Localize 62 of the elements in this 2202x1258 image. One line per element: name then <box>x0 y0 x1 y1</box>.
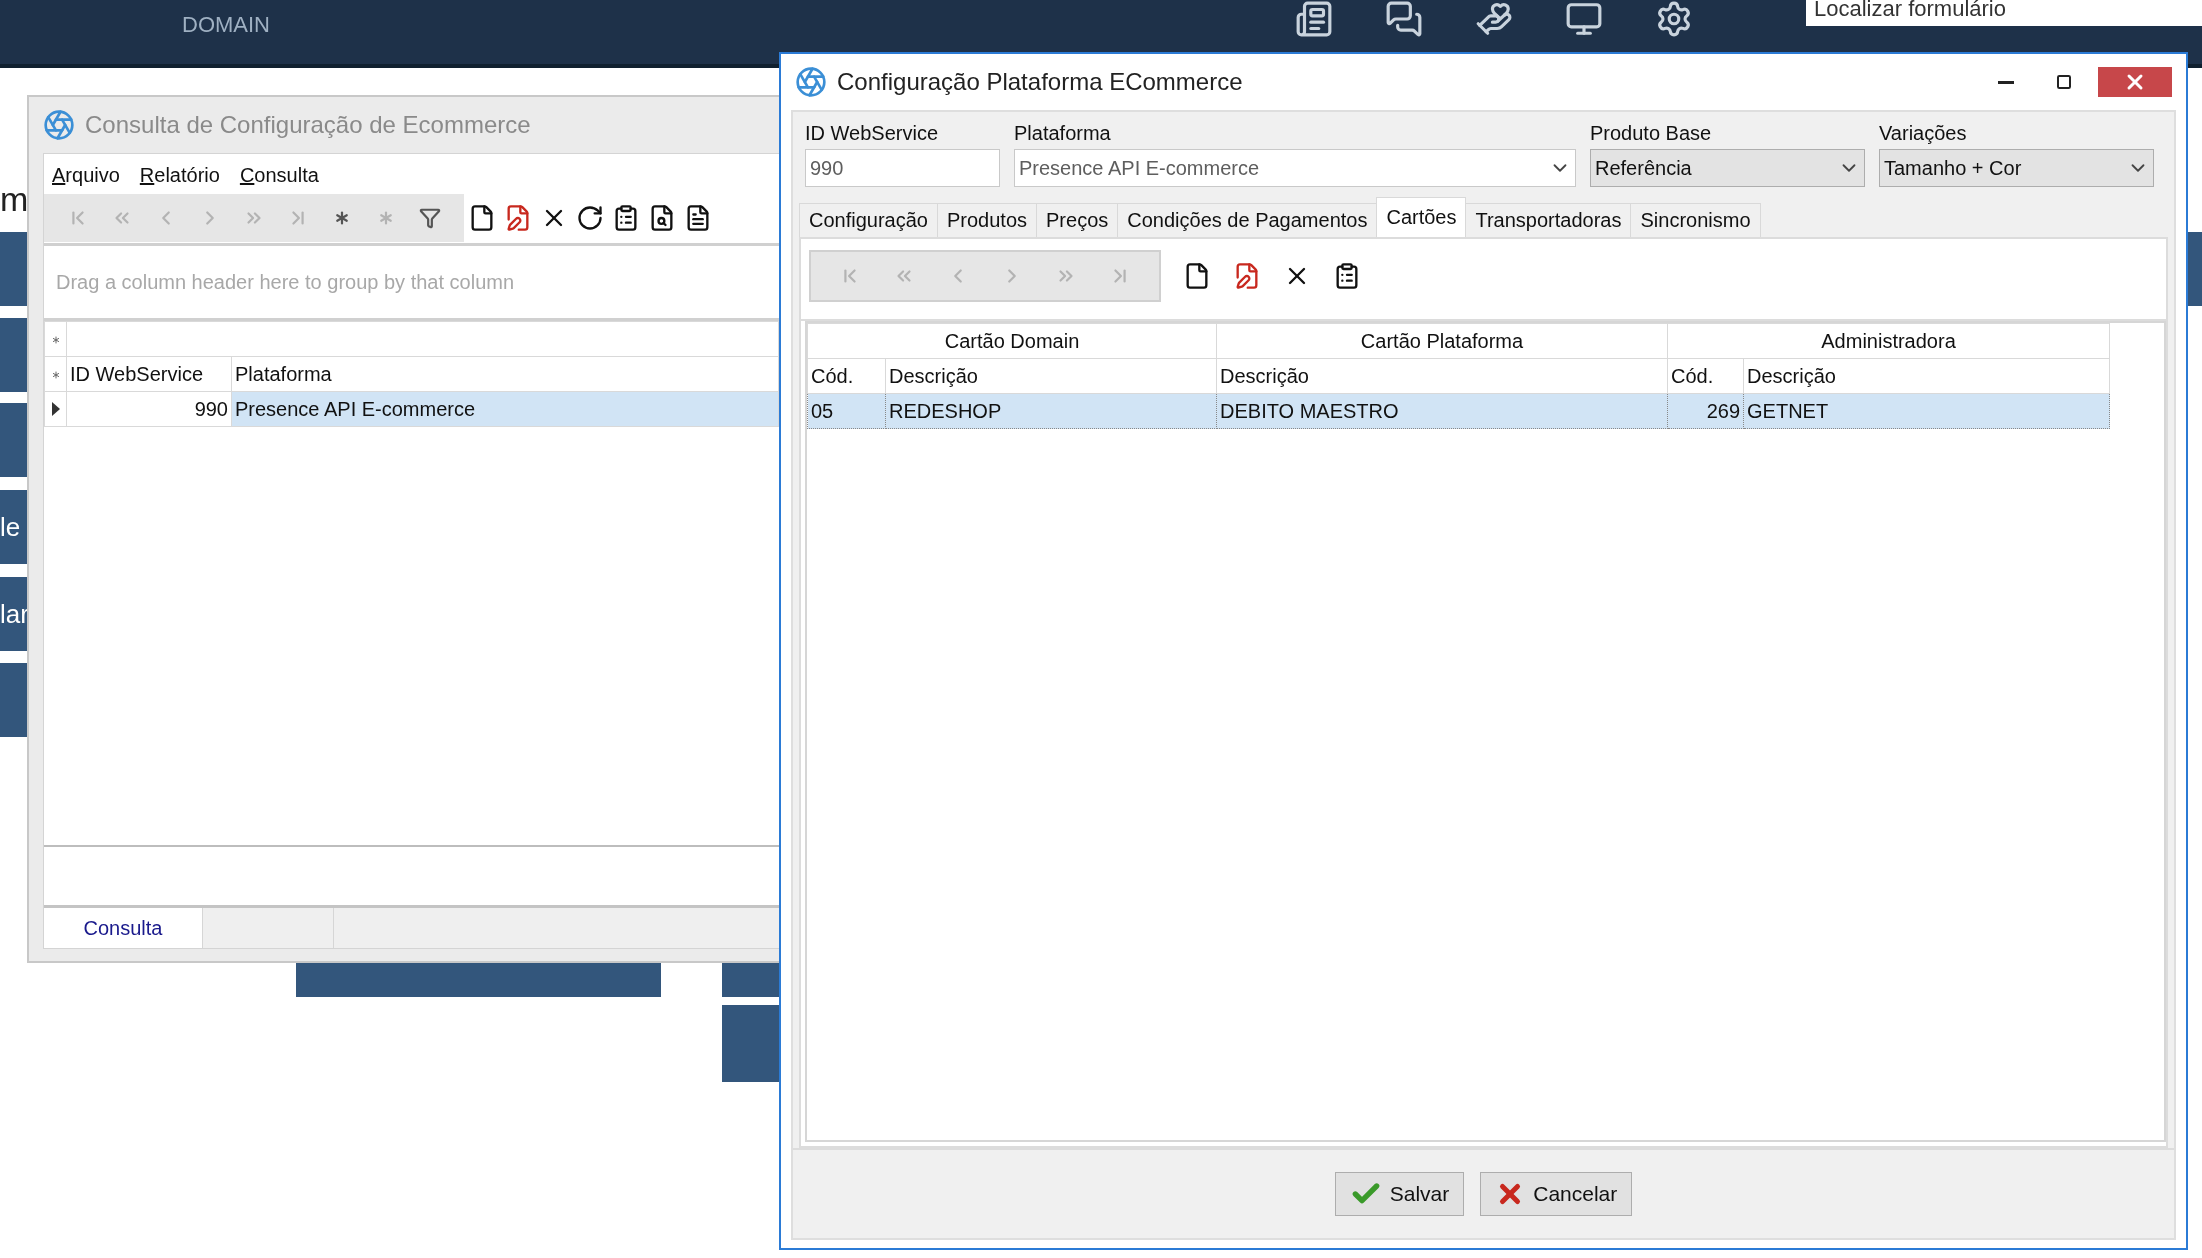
table-cell: 269 <box>1667 393 1744 429</box>
band-header: Cartão Domain <box>807 323 1217 359</box>
field-label: Produto Base <box>1590 122 1713 145</box>
hand-icon[interactable] <box>1475 0 1513 38</box>
menu-item[interactable]: Relatório <box>139 164 220 187</box>
menu-item[interactable]: Arquivo <box>52 164 120 187</box>
app-icon <box>795 66 827 98</box>
dropdown-field[interactable]: Tamanho + Cor <box>1879 149 2154 187</box>
band-header: Cartão Plataforma <box>1216 323 1668 359</box>
column-header[interactable]: ID WebService <box>66 356 232 392</box>
menu-tile[interactable] <box>722 1005 779 1082</box>
menu-tile[interactable] <box>2188 232 2202 306</box>
tab[interactable]: Cartões <box>1376 197 1467 237</box>
menu-tile[interactable] <box>0 663 28 737</box>
chat-icon[interactable] <box>1385 0 1423 38</box>
window-title: Configuração Plataforma ECommerce <box>837 68 1244 96</box>
column-header[interactable]: Cód. <box>807 358 886 394</box>
band-header: Administradora <box>1667 323 2110 359</box>
table-cell: REDESHOP <box>885 393 1217 429</box>
field-label: ID WebService <box>805 122 939 145</box>
minimize-icon <box>1998 80 2014 84</box>
field-label: Variações <box>1879 122 1968 145</box>
monitor-icon[interactable] <box>1565 0 1603 38</box>
menu-item[interactable]: Consulta <box>239 164 319 187</box>
window-title: Consulta de Configuração de Ecommerce <box>85 111 532 139</box>
table-cell: 990 <box>66 391 232 427</box>
column-header[interactable]: Cód. <box>1667 358 1744 394</box>
group-hint: Drag a column header here to group by that column <box>56 270 515 294</box>
funnel-icon[interactable] <box>419 207 441 229</box>
field-label: Plataforma <box>1014 122 1112 145</box>
save-button[interactable]: Salvar <box>1334 1172 1465 1216</box>
refresh-icon[interactable] <box>576 204 604 232</box>
new-row-cell[interactable] <box>44 321 67 357</box>
menu-tile[interactable]: lar <box>0 577 28 651</box>
table-cell: Presence API E-commerce <box>231 391 779 427</box>
tab[interactable]: Configuração <box>799 203 938 237</box>
table-cell: GETNET <box>1743 393 2110 429</box>
search-field[interactable]: Localizar formulário <box>1806 0 2202 26</box>
tab[interactable]: Sincronismo <box>1630 203 1761 237</box>
table-cell: DEBITO MAESTRO <box>1216 393 1668 429</box>
background-text: m <box>0 180 29 219</box>
dropdown-field[interactable]: Referência <box>1590 149 1865 187</box>
column-header[interactable]: Descrição <box>1216 358 1668 394</box>
menu-tile[interactable] <box>296 963 661 997</box>
menu-tile[interactable] <box>0 232 28 306</box>
app-icon <box>43 109 75 141</box>
newspaper-icon[interactable] <box>1295 0 1333 38</box>
column-header[interactable]: Descrição <box>1743 358 2110 394</box>
logo-subtitle: DOMAIN <box>182 12 270 38</box>
column-header[interactable]: Plataforma <box>231 356 779 392</box>
row-pointer-icon <box>51 401 60 416</box>
menu-tile[interactable]: le <box>0 490 28 564</box>
table-cell: 05 <box>807 393 886 429</box>
column-header[interactable]: Descrição <box>885 358 1217 394</box>
menu-tile[interactable] <box>0 318 28 392</box>
cancel-button[interactable]: Cancelar <box>1480 1172 1633 1216</box>
menu-tile[interactable] <box>0 403 28 477</box>
status-tab[interactable]: Consulta <box>44 908 203 948</box>
menu-tile[interactable] <box>722 963 779 997</box>
maximize-icon <box>2056 74 2072 90</box>
settings-icon[interactable] <box>1655 0 1693 38</box>
close-button[interactable] <box>2098 67 2172 97</box>
